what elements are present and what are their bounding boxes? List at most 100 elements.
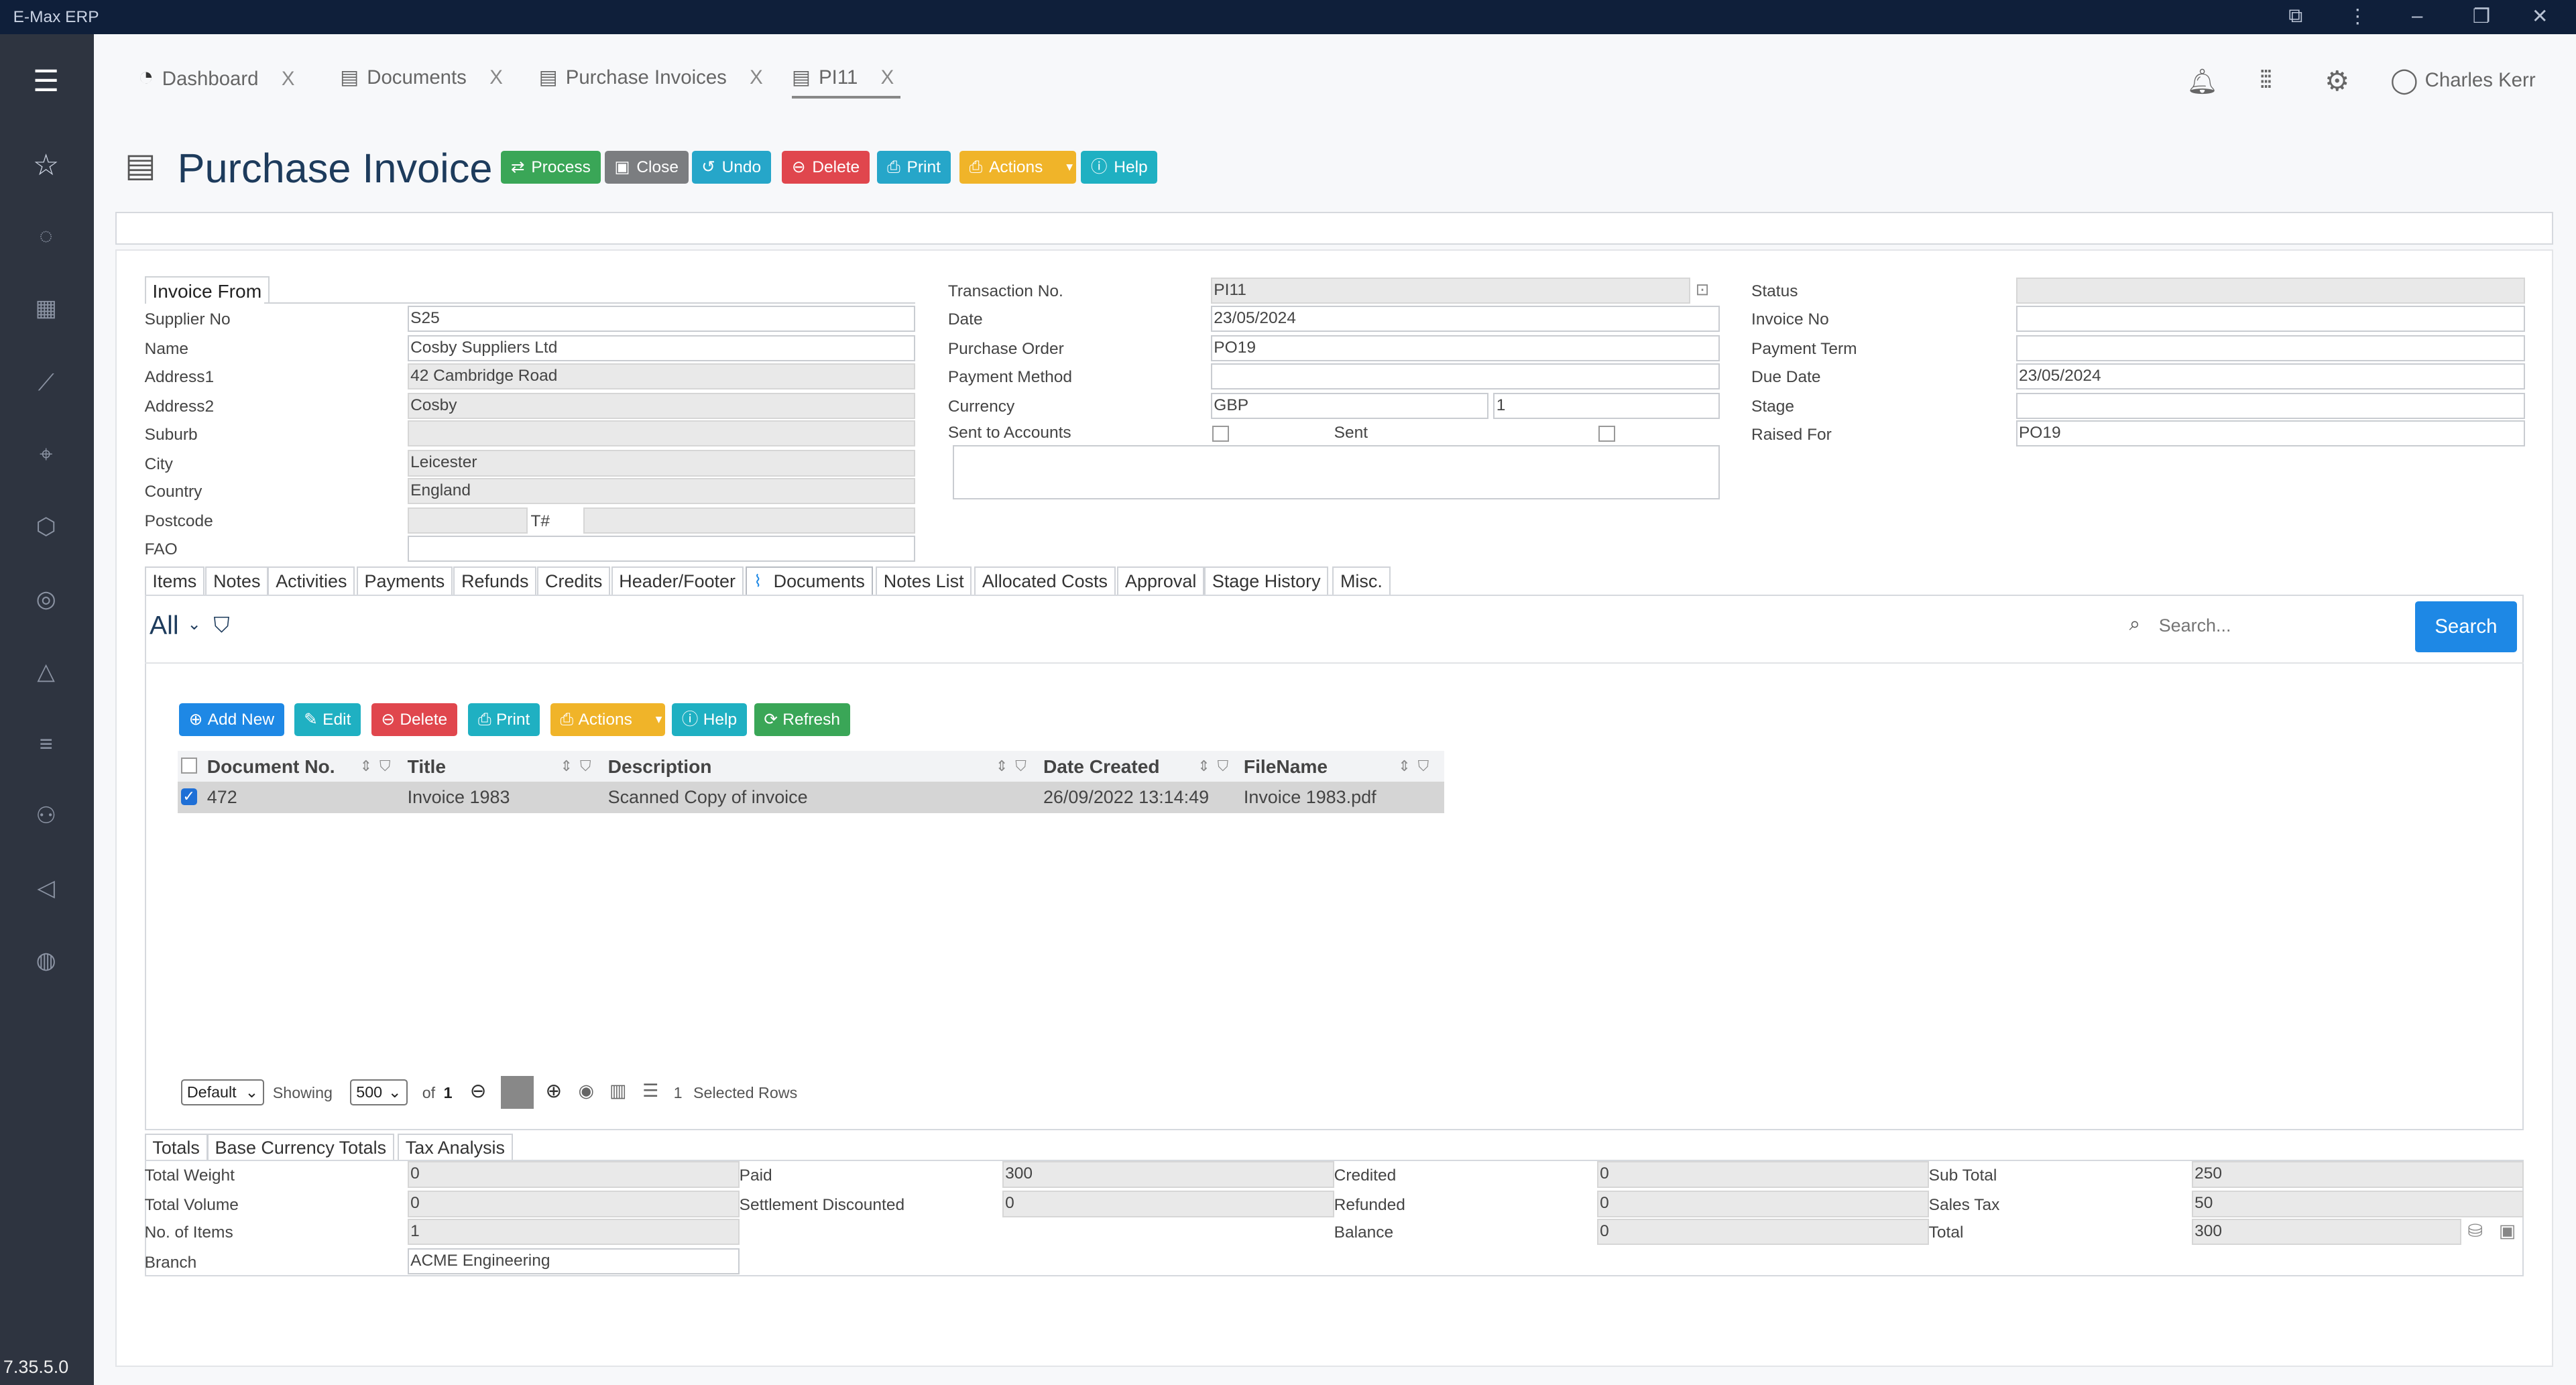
column-filter-icon[interactable]: ⛉ (379, 751, 391, 782)
process-button[interactable]: ⇄ Process (501, 151, 601, 184)
delete-button[interactable]: ⊖ Delete (782, 151, 870, 184)
next-page-icon[interactable]: ⊕ (545, 1079, 562, 1103)
save-total-icon[interactable]: ▣ (2499, 1221, 2516, 1242)
purchase-order-field[interactable]: PO19 (1210, 335, 1720, 362)
paid-field[interactable]: 300 (1002, 1161, 1334, 1188)
settlement-discounted-field[interactable]: 0 (1002, 1191, 1334, 1217)
sort-icon[interactable]: ⇕ (996, 751, 1008, 782)
tab-close-icon[interactable]: X (489, 66, 503, 88)
extensions-icon[interactable]: ⧉ (2288, 5, 2302, 27)
more-vertical-icon[interactable]: ⋮ (2347, 5, 2367, 28)
exchange-rate-field[interactable]: 1 (1493, 392, 1720, 419)
edit-button[interactable]: ✎ Edit (294, 703, 361, 736)
grid-actions-button[interactable]: ⎙ Actions ▾ (550, 703, 666, 736)
sort-icon[interactable]: ⇕ (360, 751, 372, 782)
balance-field[interactable]: 0 (1596, 1219, 1929, 1246)
name-field[interactable]: Cosby Suppliers Ltd (407, 335, 915, 362)
close-button[interactable]: ▣ Close (604, 151, 689, 184)
supplier-no-field[interactable]: S25 (407, 305, 915, 332)
stage-field[interactable] (2015, 392, 2526, 419)
column-filter-icon[interactable]: ⛉ (580, 751, 591, 782)
fao-field[interactable] (407, 535, 915, 562)
dropdown-caret-icon[interactable]: ▾ (656, 703, 662, 736)
help-button[interactable]: ⓘ Help (1081, 151, 1158, 184)
city-field[interactable]: Leicester (407, 450, 915, 477)
prev-page-icon[interactable]: ⊖ (470, 1079, 487, 1103)
settings-gear-icon[interactable]: ⚙ (2325, 64, 2349, 97)
column-filter-icon[interactable]: ⛉ (1218, 751, 1229, 782)
payment-term-field[interactable] (2015, 335, 2526, 362)
postcode-field[interactable] (407, 507, 528, 534)
user-name[interactable]: Charles Kerr (2425, 69, 2536, 92)
window-close-icon[interactable]: ✕ (2532, 5, 2549, 28)
tab-header-footer[interactable]: Header/Footer (611, 566, 744, 595)
grid-delete-button[interactable]: ⊖ Delete (371, 703, 457, 736)
print-button[interactable]: ⎙ Print (877, 151, 951, 184)
date-field[interactable]: 23/05/2024 (1210, 305, 1720, 332)
select-all-checkbox[interactable] (180, 757, 198, 774)
search-button[interactable]: Search (2414, 601, 2517, 652)
tab-notes[interactable]: Notes (205, 566, 269, 595)
column-date-created[interactable]: Date Created (1043, 751, 1160, 782)
due-date-field[interactable]: 23/05/2024 (2015, 363, 2526, 389)
payment-method-field[interactable] (1210, 363, 1720, 389)
dropdown-caret-icon[interactable]: ▾ (1066, 151, 1073, 184)
sent-checkbox[interactable] (1598, 425, 1615, 442)
apps-grid-icon[interactable]: ⁞⁞⁞ (2259, 66, 2272, 94)
add-new-button[interactable]: ⊕ Add New (179, 703, 284, 736)
megaphone-icon[interactable]: ◁ (26, 869, 66, 908)
branch-field[interactable]: ACME Engineering (407, 1248, 740, 1275)
tab-base-currency-totals[interactable]: Base Currency Totals (207, 1133, 394, 1160)
chevron-down-icon[interactable]: ⌄ (187, 614, 201, 634)
credited-field[interactable]: 0 (1596, 1161, 1929, 1188)
box-icon[interactable]: ⬡ (26, 507, 66, 547)
total-weight-field[interactable]: 0 (407, 1161, 740, 1188)
sub-total-field[interactable]: 250 (2191, 1161, 2524, 1188)
transaction-no-field[interactable]: PI11 (1210, 278, 1691, 304)
restore-icon[interactable]: ❐ (2473, 5, 2490, 28)
tab-documents-active[interactable]: ⌇ Documents (746, 566, 873, 595)
sales-tax-field[interactable]: 50 (2191, 1191, 2524, 1217)
invoice-no-field[interactable] (2015, 305, 2526, 332)
lookup-icon[interactable]: ⊡ (1696, 280, 1710, 300)
address1-field[interactable]: 42 Cambridge Road (407, 363, 915, 389)
refunded-field[interactable]: 0 (1596, 1191, 1929, 1217)
t-hash-field[interactable] (583, 507, 915, 534)
pin-icon[interactable]: ⌖ (26, 435, 66, 475)
menu-icon[interactable]: ☰ (26, 62, 66, 102)
settings-wheel-icon[interactable]: ◎ (26, 580, 66, 619)
database-icon[interactable]: ≡ (26, 725, 66, 764)
column-filter-icon[interactable]: ⛉ (1418, 751, 1429, 782)
tab-totals[interactable]: Totals (144, 1133, 208, 1160)
tab-misc[interactable]: Misc. (1332, 566, 1391, 595)
tab-approval[interactable]: Approval (1117, 566, 1205, 595)
tab-stage-history[interactable]: Stage History (1204, 566, 1329, 595)
current-page-box[interactable] (501, 1075, 534, 1109)
filter-all[interactable]: All (150, 611, 179, 641)
minimize-icon[interactable]: – (2412, 5, 2422, 27)
column-filename[interactable]: FileName (1244, 751, 1328, 782)
warning-icon[interactable]: △ (26, 652, 66, 692)
sort-icon[interactable]: ⇕ (1197, 751, 1210, 782)
total-field[interactable]: 300 (2191, 1219, 2461, 1246)
view-select[interactable]: Default ⌄ (180, 1079, 265, 1106)
tab-close-icon[interactable]: X (881, 66, 894, 88)
tab-activities[interactable]: Activities (268, 566, 355, 595)
tab-close-icon[interactable]: X (282, 68, 295, 90)
columns-icon[interactable]: ▥ (609, 1081, 626, 1101)
row-checkbox-checked[interactable]: ✓ (180, 788, 198, 805)
favorites-star-icon[interactable]: ☆ (26, 146, 66, 186)
tab-items[interactable]: Items (144, 566, 205, 595)
grid-help-button[interactable]: ⓘ Help (672, 703, 747, 736)
invoice-from-tab[interactable]: Invoice From (144, 276, 270, 304)
sort-icon[interactable]: ⇕ (1398, 751, 1410, 782)
tab-payments[interactable]: Payments (356, 566, 453, 595)
recalculate-icon[interactable]: ⛁ (2467, 1221, 2483, 1242)
undo-button[interactable]: ↺ Undo (691, 151, 771, 184)
support-icon[interactable]: ◍ (26, 941, 66, 981)
tab-pi11[interactable]: ▤ PI11 X (792, 66, 901, 99)
column-document-no[interactable]: Document No. (207, 751, 335, 782)
filter-funnel-icon[interactable]: ⛉ (214, 613, 230, 638)
grid-print-button[interactable]: ⎙ Print (468, 703, 540, 736)
tab-allocated-costs[interactable]: Allocated Costs (974, 566, 1116, 595)
